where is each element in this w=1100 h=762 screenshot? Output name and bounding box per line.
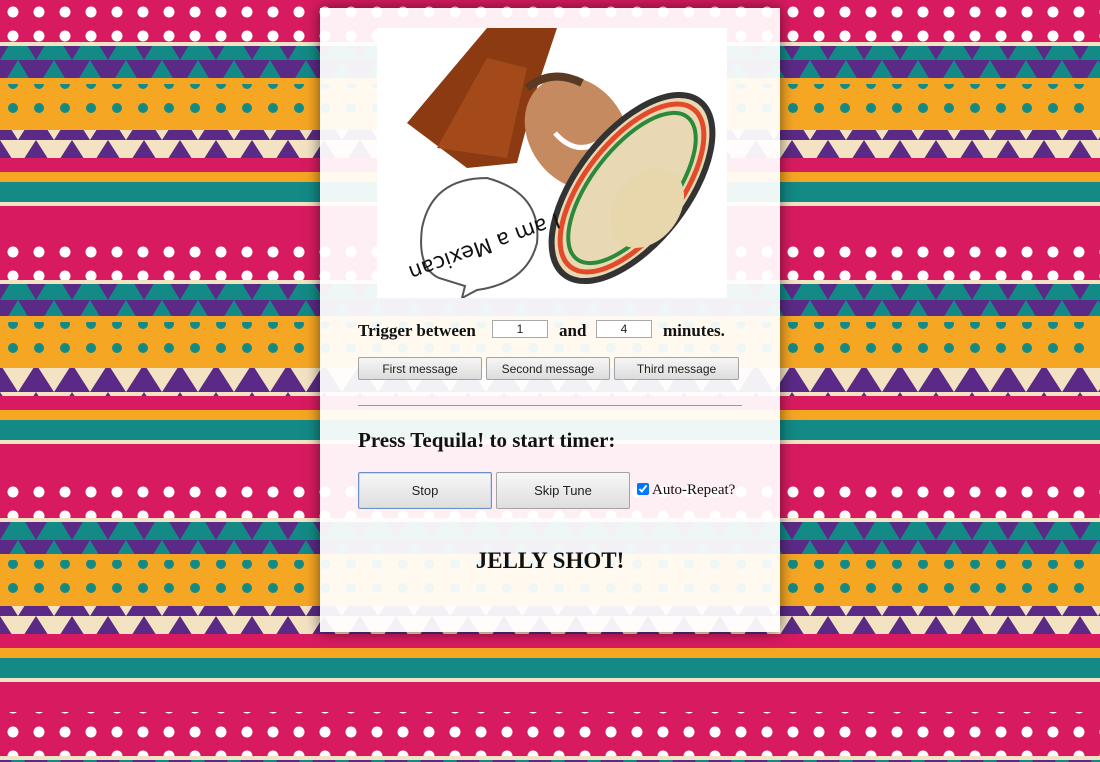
first-message-button[interactable]: First message [358, 357, 482, 380]
trigger-suffix-label: minutes. [663, 321, 725, 340]
skip-tune-button[interactable]: Skip Tune [496, 472, 630, 509]
trigger-prefix-label: Trigger between [358, 321, 476, 340]
third-message-button[interactable]: Third message [614, 357, 739, 380]
min-minutes-input[interactable] [492, 320, 548, 338]
max-minutes-input[interactable] [596, 320, 652, 338]
status-text: JELLY SHOT! [475, 548, 625, 573]
man-with-sombrero-icon: I am a Mexican [406, 28, 716, 298]
main-panel: I am a Mexican Trigger between and minut… [320, 8, 780, 632]
trigger-and-label: and [559, 321, 587, 340]
auto-repeat-checkbox[interactable] [637, 483, 649, 495]
divider [358, 405, 742, 407]
mexican-man-photo: I am a Mexican [377, 28, 727, 298]
auto-repeat-option[interactable]: Auto-Repeat? [637, 482, 735, 500]
auto-repeat-label: Auto-Repeat? [652, 482, 736, 498]
stop-button[interactable]: Stop [358, 472, 492, 509]
timer-heading: Press Tequila! to start timer: [358, 428, 616, 452]
trigger-row: Trigger between and minutes. [358, 318, 758, 342]
second-message-button[interactable]: Second message [486, 357, 610, 380]
